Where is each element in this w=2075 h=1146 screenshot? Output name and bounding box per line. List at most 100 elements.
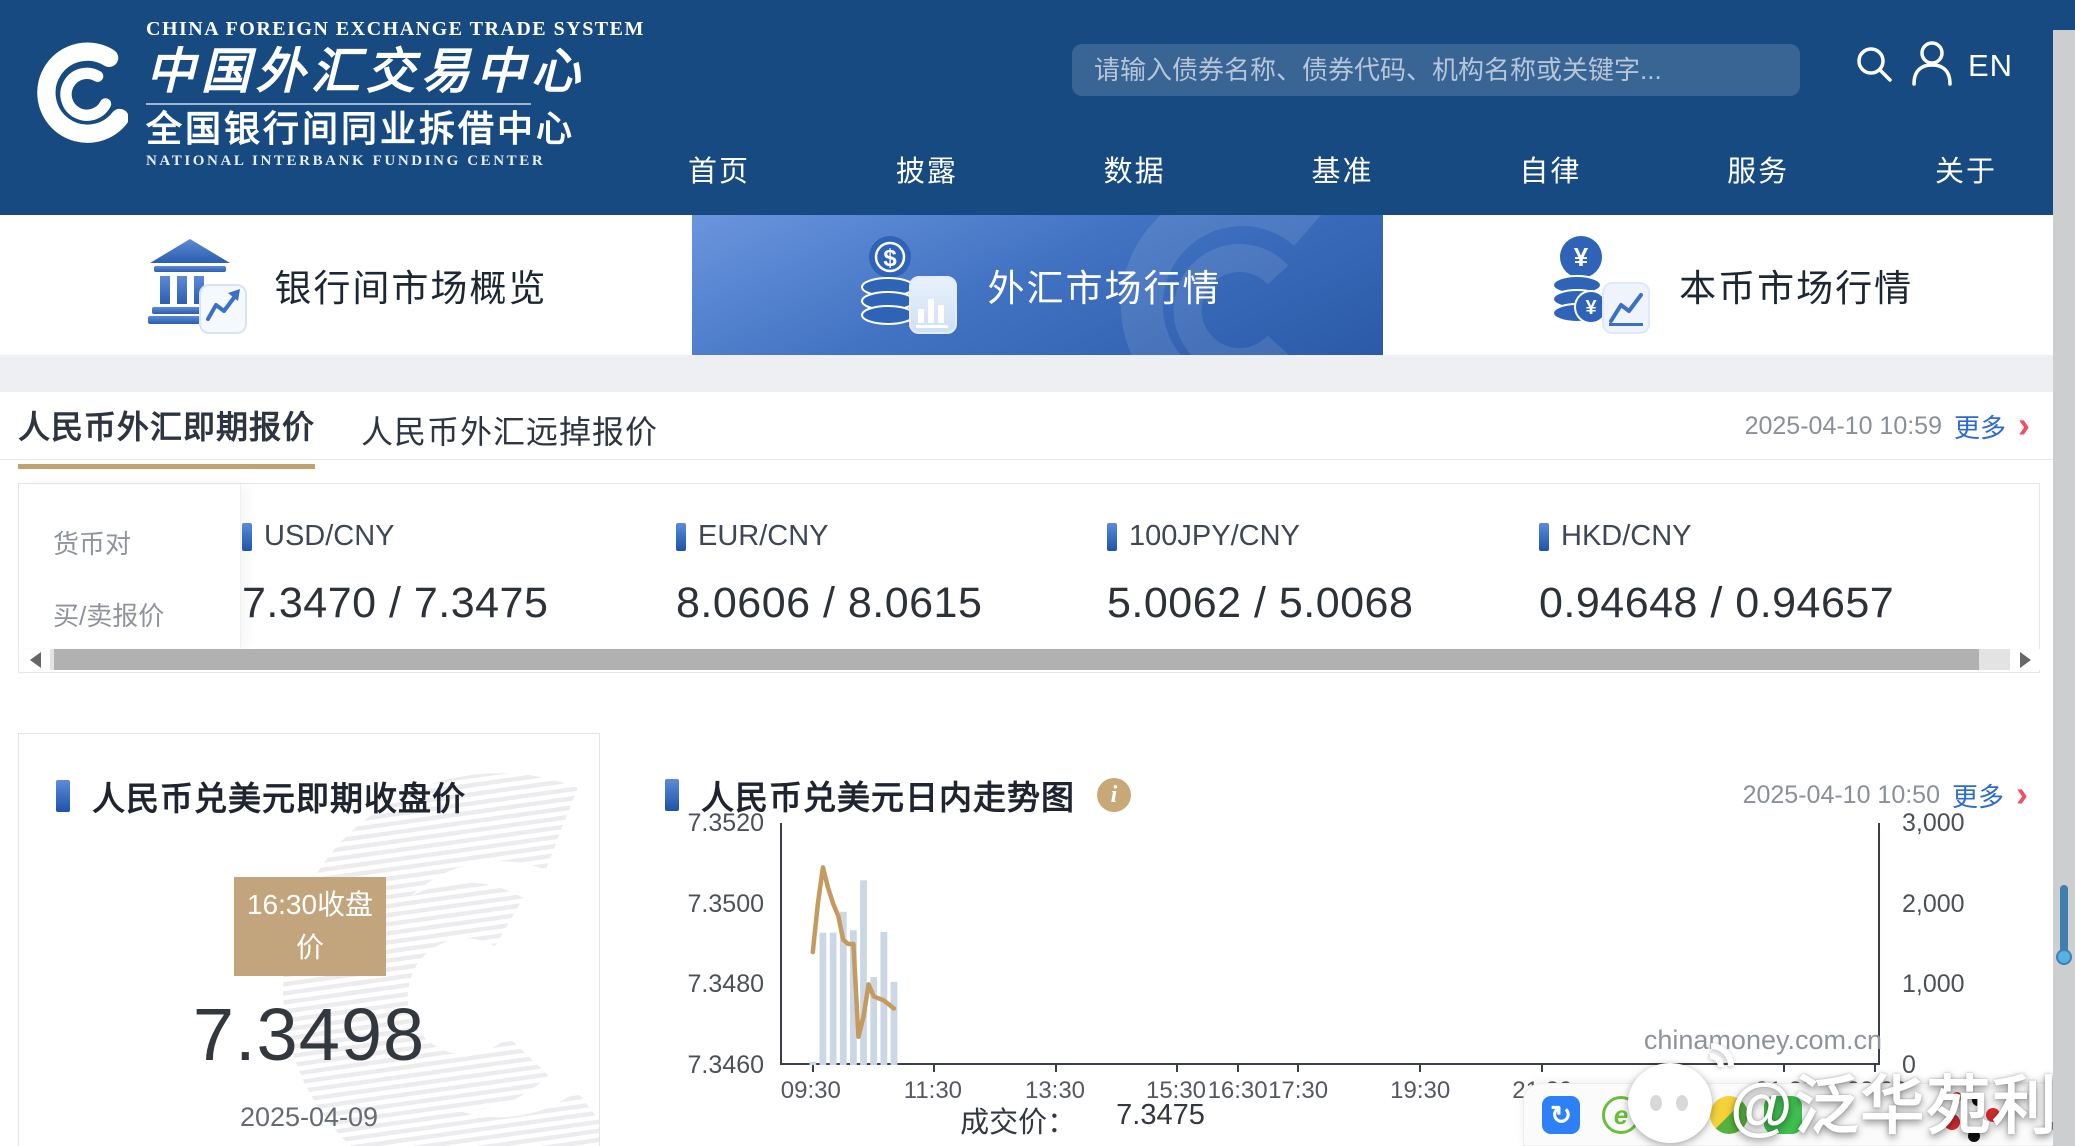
y-axis-tick-label: 7.3520 xyxy=(688,809,764,838)
search-icon[interactable] xyxy=(1852,42,1896,86)
pair-name: 100JPY/CNY xyxy=(1129,520,1300,553)
pair-marker xyxy=(1539,523,1549,551)
scrollbar-pin-marker[interactable] xyxy=(2056,885,2072,989)
main-nav: 首页 披露 数据 基准 自律 服务 关于 xyxy=(688,148,1997,190)
language-switch[interactable]: EN xyxy=(1968,48,2013,84)
y-axis-tick-label: 3,000 xyxy=(1902,809,1965,838)
site-header: CHINA FOREIGN EXCHANGE TRADE SYSTEM 中国外汇… xyxy=(0,0,2075,215)
y-axis-tick-label: 7.3460 xyxy=(688,1051,764,1080)
fx-quote-table: 货币对 买/卖报价 USD/CNY 7.3470 / 7.3475 EUR/CN… xyxy=(18,483,2040,673)
x-axis-tick-mark xyxy=(1419,1065,1421,1072)
nav-item-services[interactable]: 服务 xyxy=(1727,148,1789,190)
x-axis-tick-mark xyxy=(812,1065,814,1072)
chart-timestamp: 2025-04-10 10:50 xyxy=(1743,781,1940,810)
search-box[interactable] xyxy=(1072,44,1800,96)
logo-line-cn-main: 中国外汇交易中心 xyxy=(146,43,645,99)
scrollbar-thumb[interactable] xyxy=(54,649,1979,670)
section-gap xyxy=(0,355,2075,392)
closing-price-title: 人民币兑美元即期收盘价 xyxy=(92,772,466,820)
legend-price-value: 7.3475 xyxy=(1116,1099,1205,1141)
svg-text:¥: ¥ xyxy=(1574,242,1589,272)
vertical-scrollbar[interactable] xyxy=(2053,30,2075,1146)
scroll-right-arrow[interactable] xyxy=(2010,649,2040,670)
y-axis-right-labels: 3,0002,0001,0000 xyxy=(1892,823,2012,1065)
row-label-bid-ask: 买/卖报价 xyxy=(53,596,164,633)
quotes-meta: 2025-04-10 10:59 更多 › xyxy=(1745,408,2030,445)
pair-name: EUR/CNY xyxy=(698,520,829,553)
pair-quote: 0.94648 / 0.94657 xyxy=(1539,579,1894,628)
nav-item-self-regulation[interactable]: 自律 xyxy=(1519,148,1581,190)
taskbar-app-icon-coin[interactable] xyxy=(1710,1096,1748,1134)
taskbar-app-icon-browser-e[interactable]: e xyxy=(1602,1096,1640,1134)
x-axis-tick-mark xyxy=(1055,1065,1057,1072)
scroll-left-arrow[interactable] xyxy=(20,649,50,670)
chinamoney-watermark: chinamoney.com.cn xyxy=(1644,1025,1882,1056)
user-icon[interactable] xyxy=(1908,38,1956,88)
tab-cny-market[interactable]: ¥ ¥ 本币市场行情 xyxy=(1383,215,2075,355)
nav-item-about[interactable]: 关于 xyxy=(1935,148,1997,190)
pair-marker xyxy=(676,523,686,551)
title-marker xyxy=(56,780,70,812)
taskbar-app-icon-red-dots[interactable] xyxy=(1938,1090,2008,1146)
closing-price-date: 2025-04-09 xyxy=(19,1102,599,1133)
nav-item-data[interactable]: 数据 xyxy=(1104,148,1166,190)
cfets-logo-icon xyxy=(32,31,128,157)
tab-label: 本币市场行情 xyxy=(1679,258,1913,312)
tab-fx-market[interactable]: $ 外汇市场行情 xyxy=(692,215,1384,355)
title-marker xyxy=(665,779,679,811)
logo-line-en: CHINA FOREIGN EXCHANGE TRADE SYSTEM xyxy=(146,18,645,41)
chevron-right-icon[interactable]: › xyxy=(2018,412,2030,438)
tab-interbank-overview[interactable]: 银行间市场概览 xyxy=(0,215,692,355)
quote-column-hkdcny: HKD/CNY 0.94648 / 0.94657 xyxy=(1539,484,1894,628)
y-axis-tick-label: 1,000 xyxy=(1902,970,1965,999)
x-axis-tick-mark xyxy=(1237,1065,1239,1072)
x-axis-tick-mark xyxy=(1662,1065,1664,1072)
quotes-timestamp: 2025-04-10 10:59 xyxy=(1745,412,1942,441)
closing-price-card: 人民币兑美元即期收盘价 16:30收盘价 7.3498 2025-04-09 xyxy=(18,733,600,1146)
nav-item-home[interactable]: 首页 xyxy=(688,148,750,190)
x-axis-tick-mark xyxy=(1297,1065,1299,1072)
svg-text:¥: ¥ xyxy=(1586,297,1598,319)
legend-price-label: 成交价： xyxy=(960,1099,1076,1141)
x-axis-tick-mark xyxy=(1783,1065,1785,1072)
pair-quote: 7.3470 / 7.3475 xyxy=(242,579,548,628)
logo-divider xyxy=(146,103,531,105)
fx-market-icon: $ xyxy=(854,233,962,337)
divider xyxy=(0,459,2075,460)
y-axis-tick-label: 7.3500 xyxy=(688,890,764,919)
chevron-right-icon[interactable]: › xyxy=(2016,781,2028,807)
y-axis-left-labels: 7.35207.35007.34807.3460 xyxy=(638,823,772,1065)
quote-column-jpycny: 100JPY/CNY 5.0062 / 5.0068 xyxy=(1107,484,1413,628)
search-input[interactable] xyxy=(1094,55,1778,86)
closing-time-badge: 16:30收盘价 xyxy=(234,877,386,976)
svg-text:$: $ xyxy=(883,245,897,272)
pair-name: USD/CNY xyxy=(264,520,395,553)
cfets-webpage: CHINA FOREIGN EXCHANGE TRADE SYSTEM 中国外汇… xyxy=(0,0,2075,1146)
x-axis-tick-mark xyxy=(1874,1065,1876,1072)
taskbar-app-icon-green[interactable] xyxy=(1764,1096,1802,1134)
x-axis-tick-mark xyxy=(933,1065,935,1072)
x-axis-tick-mark xyxy=(1541,1065,1543,1072)
y-axis-tick-label: 0 xyxy=(1902,1051,1916,1080)
taskbar-app-icon-pinwheel[interactable] xyxy=(1656,1096,1694,1134)
quotes-more-link[interactable]: 更多 xyxy=(1954,408,2006,445)
tab-label: 银行间市场概览 xyxy=(274,258,547,312)
logo-line-en-sub: NATIONAL INTERBANK FUNDING CENTER xyxy=(146,153,645,170)
nav-item-benchmark[interactable]: 基准 xyxy=(1311,148,1373,190)
taskbar-app-icon-blue[interactable]: ↻ xyxy=(1542,1096,1580,1134)
market-tabbar: 银行间市场概览 $ 外汇市场行情 xyxy=(0,215,2075,355)
info-icon[interactable]: i xyxy=(1097,778,1131,812)
pair-quote: 5.0062 / 5.0068 xyxy=(1107,579,1413,628)
logo[interactable]: CHINA FOREIGN EXCHANGE TRADE SYSTEM 中国外汇… xyxy=(32,18,645,170)
logo-line-cn-sub: 全国银行间同业拆借中心 xyxy=(146,109,645,149)
scrollbar-track[interactable] xyxy=(50,649,2010,670)
nav-item-disclosure[interactable]: 披露 xyxy=(896,148,958,190)
closing-price-value: 7.3498 xyxy=(19,992,599,1077)
quote-column-eurcny: EUR/CNY 8.0606 / 8.0615 xyxy=(676,484,982,628)
x-axis-tick-mark xyxy=(1176,1065,1178,1072)
y-axis-tick-label: 2,000 xyxy=(1902,890,1965,919)
row-label-currency-pair: 货币对 xyxy=(53,524,131,561)
chart-meta: 2025-04-10 10:50 更多 › xyxy=(1743,777,2028,814)
bank-market-icon xyxy=(144,235,248,335)
pair-marker xyxy=(1107,523,1117,551)
